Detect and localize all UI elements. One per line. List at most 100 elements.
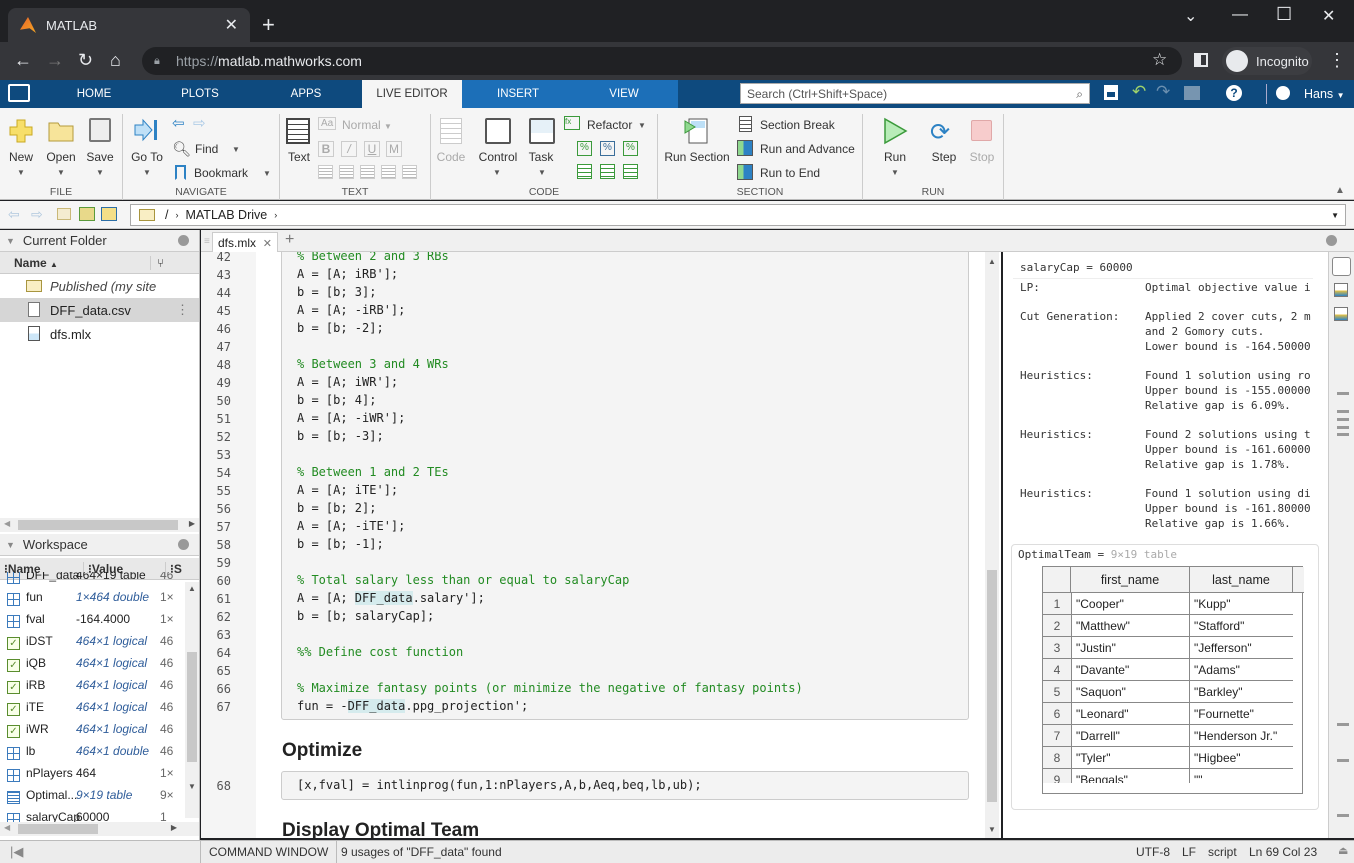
editor-menu-icon[interactable] [1326,235,1337,246]
save-button[interactable]: Save [84,150,116,164]
more-options-icon[interactable]: ⋮ [176,302,189,318]
table-cell[interactable]: "Saquon" [1071,681,1190,703]
control-button[interactable]: Control [474,150,522,164]
redo-icon[interactable]: ↷ [1156,82,1170,102]
collapse-toolstrip-icon[interactable]: ▲ [1335,185,1345,196]
tab-insert[interactable]: INSERT [484,80,552,108]
workspace-horizontal-scrollbar[interactable]: ◀ ▶ [0,822,199,836]
code-line[interactable]: b = [b; 4]; [297,393,376,407]
run-button[interactable]: Run [878,150,912,164]
scroll-left-icon[interactable]: ◀ [4,519,10,528]
highlighted-usage[interactable]: DFF_data [354,591,413,605]
code-line[interactable]: A = [A; -iWR']; [297,411,405,425]
collapse-icon[interactable]: ▼ [6,540,15,550]
incognito-profile[interactable]: Incognito [1222,47,1312,75]
optimal-team-table[interactable]: first_name last_name 1 "Cooper" "Kupp" 2 "Ma… [1042,566,1304,794]
workspace-variable[interactable]: ✓ iTE 464×1 logical 46 [0,696,185,718]
table-row[interactable]: 2 "Matthew" "Stafford" [1043,615,1293,637]
workspace-variable[interactable]: ✓ iQB 464×1 logical 46 [0,652,185,674]
table-cell[interactable]: "Matthew" [1071,615,1190,637]
new-editor-tab-button[interactable]: + [285,231,294,249]
file-item[interactable]: DFF_data.csv ⋮ [0,298,199,322]
workspace-variable[interactable]: lb 464×1 double 46 [0,740,185,762]
scroll-thumb[interactable] [18,824,98,834]
code-comment[interactable]: % Between 3 and 4 WRs [297,357,449,371]
code-line[interactable]: b = [b; 2]; [297,501,376,515]
side-panel-icon[interactable] [1194,53,1208,67]
tab-live-editor[interactable]: LIVE EDITOR [362,80,462,108]
table-cell[interactable]: "Tyler" [1071,747,1190,769]
code-line[interactable]: b = [b; salaryCap]; [297,609,434,623]
new-dropdown-icon[interactable]: ▼ [17,168,25,177]
table-cell[interactable]: "Cooper" [1071,593,1190,615]
stop-button[interactable]: Stop [966,150,998,164]
panel-menu-icon[interactable] [178,235,189,246]
italic-button[interactable]: / [341,141,357,157]
run-advance-button[interactable]: Run and Advance [760,142,855,156]
path-root[interactable]: / [165,208,168,222]
task-dropdown-icon[interactable]: ▼ [538,168,546,177]
output-right-icon[interactable] [1334,283,1348,297]
workspace-variable[interactable]: nPlayers 464 1× [0,762,185,784]
window-layout-icon[interactable] [1184,86,1200,100]
table-cell[interactable]: "Kupp" [1190,593,1293,615]
control-dropdown-icon[interactable]: ▼ [493,168,501,177]
path-folder[interactable]: MATLAB Drive [185,208,267,222]
decrease-indent-icon[interactable] [600,164,615,179]
code-line[interactable]: b = [b; -3]; [297,429,384,443]
align-left-icon[interactable] [360,165,375,179]
reload-icon[interactable]: ↻ [78,50,93,71]
path-forward-icon[interactable]: ⇨ [31,206,43,223]
file-item[interactable]: dfs.mlx [0,322,199,346]
run-to-end-button[interactable]: Run to End [760,166,820,180]
workspace-variable[interactable]: Optimal... 9×19 table 9× [0,784,185,806]
new-tab-button[interactable]: + [262,12,275,38]
code-line[interactable]: A = [A; -iRB']; [297,303,405,317]
table-row[interactable]: 3 "Justin" "Jefferson" [1043,637,1293,659]
maximize-button[interactable]: ☐ [1276,4,1292,25]
browser-menu-icon[interactable]: ⋮ [1328,50,1346,71]
browse-folder-icon[interactable] [79,207,95,221]
table-cell[interactable]: "Adams" [1190,659,1293,681]
command-window-button[interactable]: COMMAND WINDOW [200,841,336,863]
code-line[interactable]: A = [A; iWR']; [297,375,398,389]
matlab-drive-icon[interactable] [101,207,117,221]
path-back-icon[interactable]: ⇦ [8,206,20,223]
bold-button[interactable]: B [318,141,334,157]
workspace-variable[interactable]: DFF_data 464×19 table 46 [0,572,185,586]
hide-code-icon[interactable] [1334,307,1348,321]
save-dropdown-icon[interactable]: ▼ [96,168,104,177]
collapse-icon[interactable]: ▼ [6,236,15,246]
scroll-thumb[interactable] [18,520,178,530]
matlab-desktop-icon[interactable] [8,84,30,102]
address-bar[interactable]: 🔒︎ https://matlab.mathworks.com [142,47,1182,75]
scroll-down-icon[interactable]: ▼ [988,825,996,834]
code-block[interactable]: [x,fval] = intlinprog(fun,1:nPlayers,A,b… [281,771,969,800]
code-comment[interactable]: %% Define cost function [297,645,463,659]
scroll-right-icon[interactable]: ▶ [189,519,195,528]
run-section-button[interactable]: Run Section [662,150,732,164]
refactor-dropdown-icon[interactable]: ▼ [638,121,646,130]
browser-tab[interactable]: MATLAB ✕ [8,8,250,42]
user-menu[interactable]: Hans ▼ [1304,87,1345,101]
output-marker[interactable] [1337,418,1349,421]
code-line[interactable]: A = [A; DFF_data.salary']; [297,591,485,605]
wrap-comments-icon[interactable]: % [623,141,638,156]
scroll-left-icon[interactable]: ◀ [4,823,10,832]
minimize-button[interactable]: — [1232,6,1248,24]
find-button[interactable]: Find [195,142,218,156]
comment-icon[interactable]: % [577,141,592,156]
output-marker[interactable] [1337,392,1349,395]
table-cell[interactable]: "Leonard" [1071,703,1190,725]
scroll-thumb[interactable] [987,570,997,802]
workspace-variable[interactable]: ✓ iRB 464×1 logical 46 [0,674,185,696]
workspace-variable[interactable]: fun 1×464 double 1× [0,586,185,608]
up-folder-icon[interactable] [57,208,71,220]
table-cell[interactable]: "Davante" [1071,659,1190,681]
task-button[interactable]: Task [524,150,558,164]
table-cell[interactable]: "Justin" [1071,637,1190,659]
live-editor[interactable]: 42 43 44 45 46 47 48 49 50 51 52 53 54 55 56 57 58 59 60 61… [201,252,1001,838]
undo-icon[interactable]: ↶ [1132,82,1146,102]
back-icon[interactable]: ← [14,50,32,71]
code-block[interactable]: % Between 2 and 3 RBs A = [A; iRB']; b = [… [281,252,969,720]
